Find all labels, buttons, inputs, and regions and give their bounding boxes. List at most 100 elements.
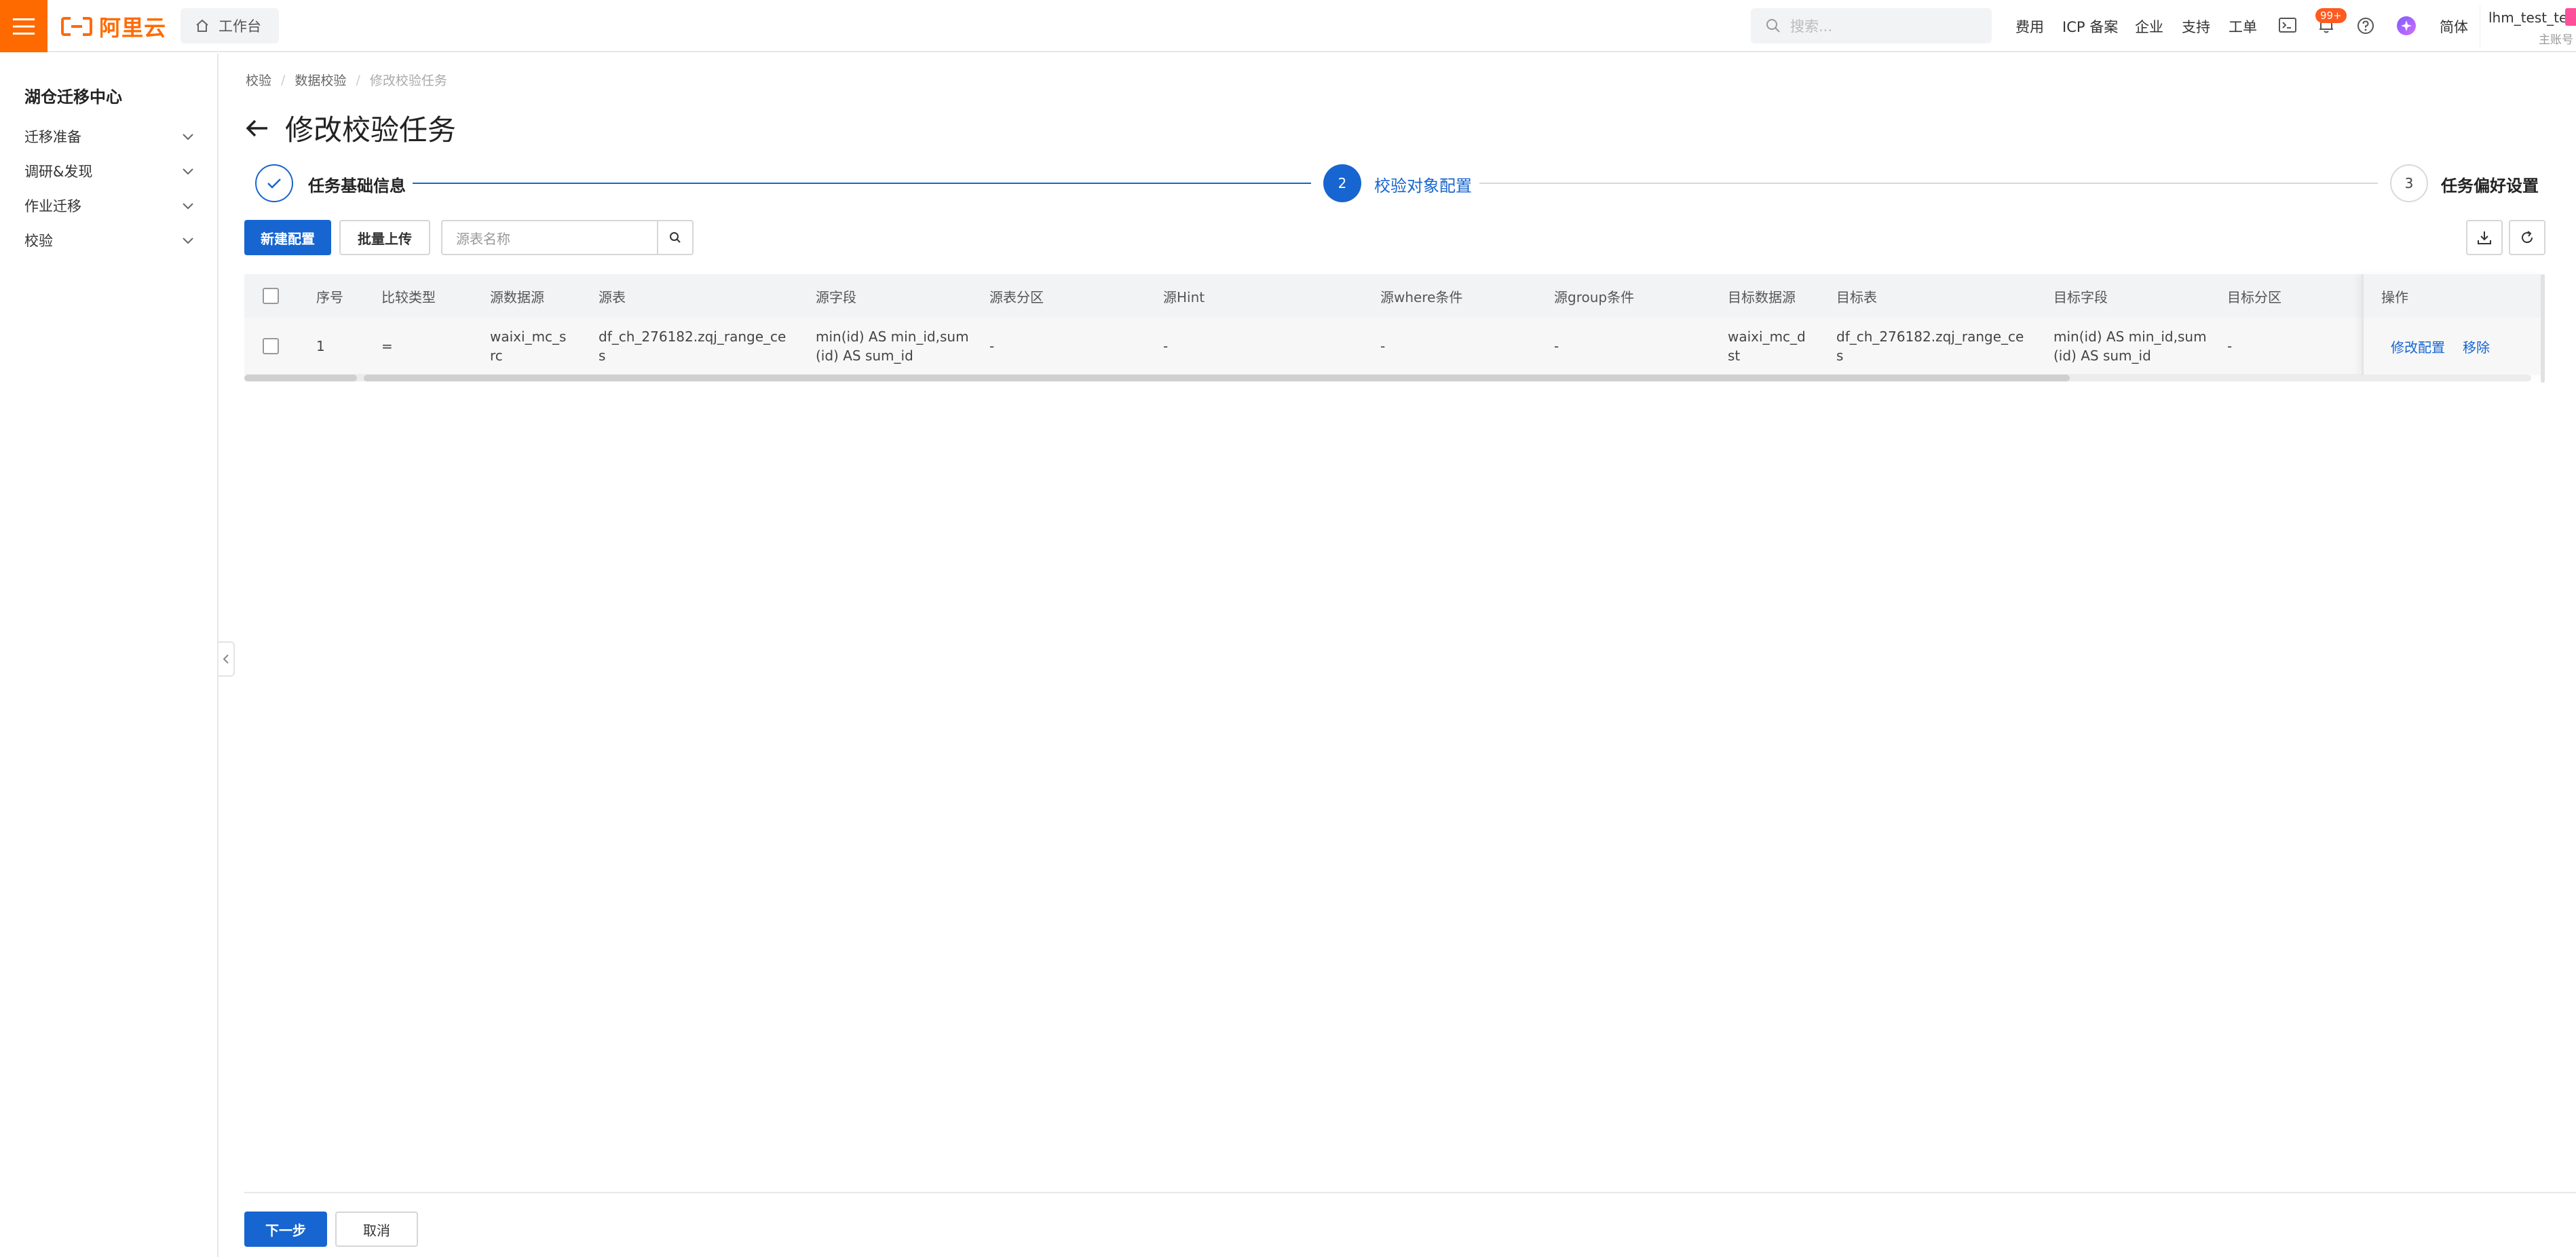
- chevron-down-icon: [183, 134, 193, 140]
- chevron-down-icon: [183, 203, 193, 210]
- breadcrumb-separator: /: [281, 72, 286, 88]
- column-header: 源数据源: [490, 288, 544, 305]
- page-header: 修改校验任务: [246, 107, 456, 149]
- cell-source-fields: min(id) AS min_id,sum (id) AS sum_id: [816, 318, 969, 375]
- scrollbar-segment[interactable]: [244, 375, 357, 381]
- nav-support[interactable]: 支持: [2182, 0, 2210, 52]
- step-connector-pending: [1479, 183, 2378, 184]
- refresh-button[interactable]: [2509, 220, 2545, 255]
- cell-index: 1: [316, 338, 325, 354]
- footer-divider: [244, 1192, 2576, 1193]
- sidebar-item-migration-prep[interactable]: 迁移准备: [24, 123, 194, 150]
- nav-icp[interactable]: ICP 备案: [2062, 0, 2118, 52]
- column-header: 源where条件: [1380, 288, 1463, 305]
- terminal-icon[interactable]: [2279, 18, 2296, 33]
- column-header: 序号: [316, 288, 343, 305]
- cell-text: df_ch_276182.zqj_range_ce: [599, 329, 787, 345]
- workbench-label: 工作台: [219, 18, 261, 35]
- user-tag: [2565, 8, 2576, 26]
- sidebar: 湖仓迁移中心 迁移准备 调研&发现 作业迁移 校验: [0, 54, 219, 1257]
- column-header: 源group条件: [1554, 288, 1635, 305]
- chevron-left-icon: [223, 654, 229, 664]
- cancel-button[interactable]: 取消: [335, 1212, 418, 1247]
- column-header: 源表: [599, 288, 626, 305]
- sidebar-item-label: 调研&发现: [24, 164, 93, 180]
- breadcrumb: 校验 / 数据校验 / 修改校验任务: [246, 71, 447, 89]
- scrollbar-thumb[interactable]: [364, 375, 2070, 381]
- cell-source-hint: -: [1163, 338, 1169, 354]
- breadcrumb-item[interactable]: 数据校验: [295, 71, 346, 89]
- cell-text: rc: [490, 348, 503, 364]
- refresh-icon: [2522, 231, 2533, 244]
- help-icon[interactable]: [2357, 17, 2374, 35]
- source-table-search-input[interactable]: 源表名称: [442, 221, 657, 254]
- step-1-indicator: [255, 164, 293, 202]
- chevron-down-icon: [183, 168, 193, 175]
- cell-source-partition: -: [989, 338, 995, 354]
- check-icon: [267, 179, 281, 189]
- chevron-down-icon: [183, 238, 193, 244]
- cell-text: min(id) AS min_id,sum: [2053, 329, 2207, 345]
- next-step-button[interactable]: 下一步: [244, 1212, 327, 1247]
- step-1-label: 任务基础信息: [308, 176, 406, 195]
- sidebar-item-label: 迁移准备: [24, 129, 81, 145]
- select-all-checkbox[interactable]: [263, 288, 279, 304]
- batch-upload-button[interactable]: 批量上传: [339, 220, 430, 255]
- user-name: lhm_test_te: [2488, 10, 2568, 26]
- ai-assistant-icon[interactable]: [2396, 16, 2417, 36]
- new-config-button[interactable]: 新建配置: [244, 220, 331, 255]
- page-title: 修改校验任务: [285, 113, 457, 147]
- cell-text: st: [1728, 348, 1741, 364]
- column-header: 源字段: [816, 288, 856, 305]
- cell-source-where: -: [1380, 338, 1386, 354]
- cell-target-partition: -: [2227, 338, 2233, 354]
- language-switch[interactable]: 简体: [2440, 0, 2468, 52]
- validation-config-table: 序号 比较类型 源数据源 源表 源字段 源表分区 源Hint 源where条件 …: [244, 274, 2545, 383]
- aliyun-logo-icon: [61, 17, 92, 36]
- menu-icon[interactable]: [0, 0, 48, 52]
- step-3-indicator: 3: [2390, 164, 2428, 202]
- download-button[interactable]: [2466, 220, 2503, 255]
- sidebar-item-research[interactable]: 调研&发现: [24, 157, 194, 185]
- notification-badge: 99+: [2315, 8, 2347, 23]
- nav-ticket[interactable]: 工单: [2229, 0, 2257, 52]
- nav-billing[interactable]: 费用: [2015, 0, 2044, 52]
- cell-target-fields: min(id) AS min_id,sum (id) AS sum_id: [2053, 318, 2207, 375]
- vertical-scrollbar[interactable]: [2541, 274, 2545, 383]
- column-header: 源表分区: [989, 288, 1044, 305]
- step-connector-done: [413, 183, 1311, 184]
- cell-text: min(id) AS min_id,sum: [816, 329, 969, 345]
- workbench-button[interactable]: 工作台: [181, 8, 279, 43]
- cell-text: waixi_mc_s: [490, 329, 567, 345]
- search-placeholder: 搜索...: [1790, 18, 1833, 35]
- cell-text: df_ch_276182.zqj_range_ce: [1836, 329, 2024, 345]
- sidebar-item-validation[interactable]: 校验: [24, 227, 194, 254]
- top-navigation-bar: 阿里云 工作台 搜索... 费用 ICP 备案 企业 支持 工单 99+ 简体 …: [0, 0, 2576, 52]
- column-header: 目标表: [1836, 288, 1877, 305]
- actions-column: 操作 修改配置 移除: [2362, 274, 2545, 375]
- column-header: 目标数据源: [1728, 288, 1796, 305]
- breadcrumb-item[interactable]: 校验: [246, 71, 271, 89]
- remove-link[interactable]: 移除: [2463, 337, 2490, 356]
- column-header: 目标分区: [2227, 288, 2281, 305]
- cell-source-table: df_ch_276182.zqj_range_ce s: [599, 318, 786, 375]
- cell-compare-type: =: [381, 338, 393, 354]
- global-search-input[interactable]: 搜索...: [1751, 8, 1992, 43]
- column-header: 源Hint: [1163, 288, 1205, 305]
- sidebar-collapse-button[interactable]: [219, 641, 235, 677]
- edit-config-link[interactable]: 修改配置: [2391, 337, 2445, 356]
- breadcrumb-current: 修改校验任务: [369, 73, 447, 88]
- source-table-search: 源表名称: [441, 220, 694, 255]
- search-icon: [670, 232, 681, 243]
- user-account[interactable]: lhm_test_te 主账号: [2480, 5, 2576, 48]
- row-checkbox[interactable]: [263, 338, 279, 354]
- brand-name: 阿里云: [99, 15, 167, 41]
- home-icon: [196, 19, 208, 32]
- download-icon: [2478, 231, 2491, 244]
- sidebar-item-job-migration[interactable]: 作业迁移: [24, 192, 194, 219]
- search-button[interactable]: [657, 221, 692, 254]
- nav-enterprise[interactable]: 企业: [2135, 0, 2163, 52]
- back-arrow-icon[interactable]: [246, 119, 269, 138]
- aliyun-logo[interactable]: 阿里云: [61, 14, 167, 41]
- cell-target-table: df_ch_276182.zqj_range_ce s: [1836, 318, 2024, 375]
